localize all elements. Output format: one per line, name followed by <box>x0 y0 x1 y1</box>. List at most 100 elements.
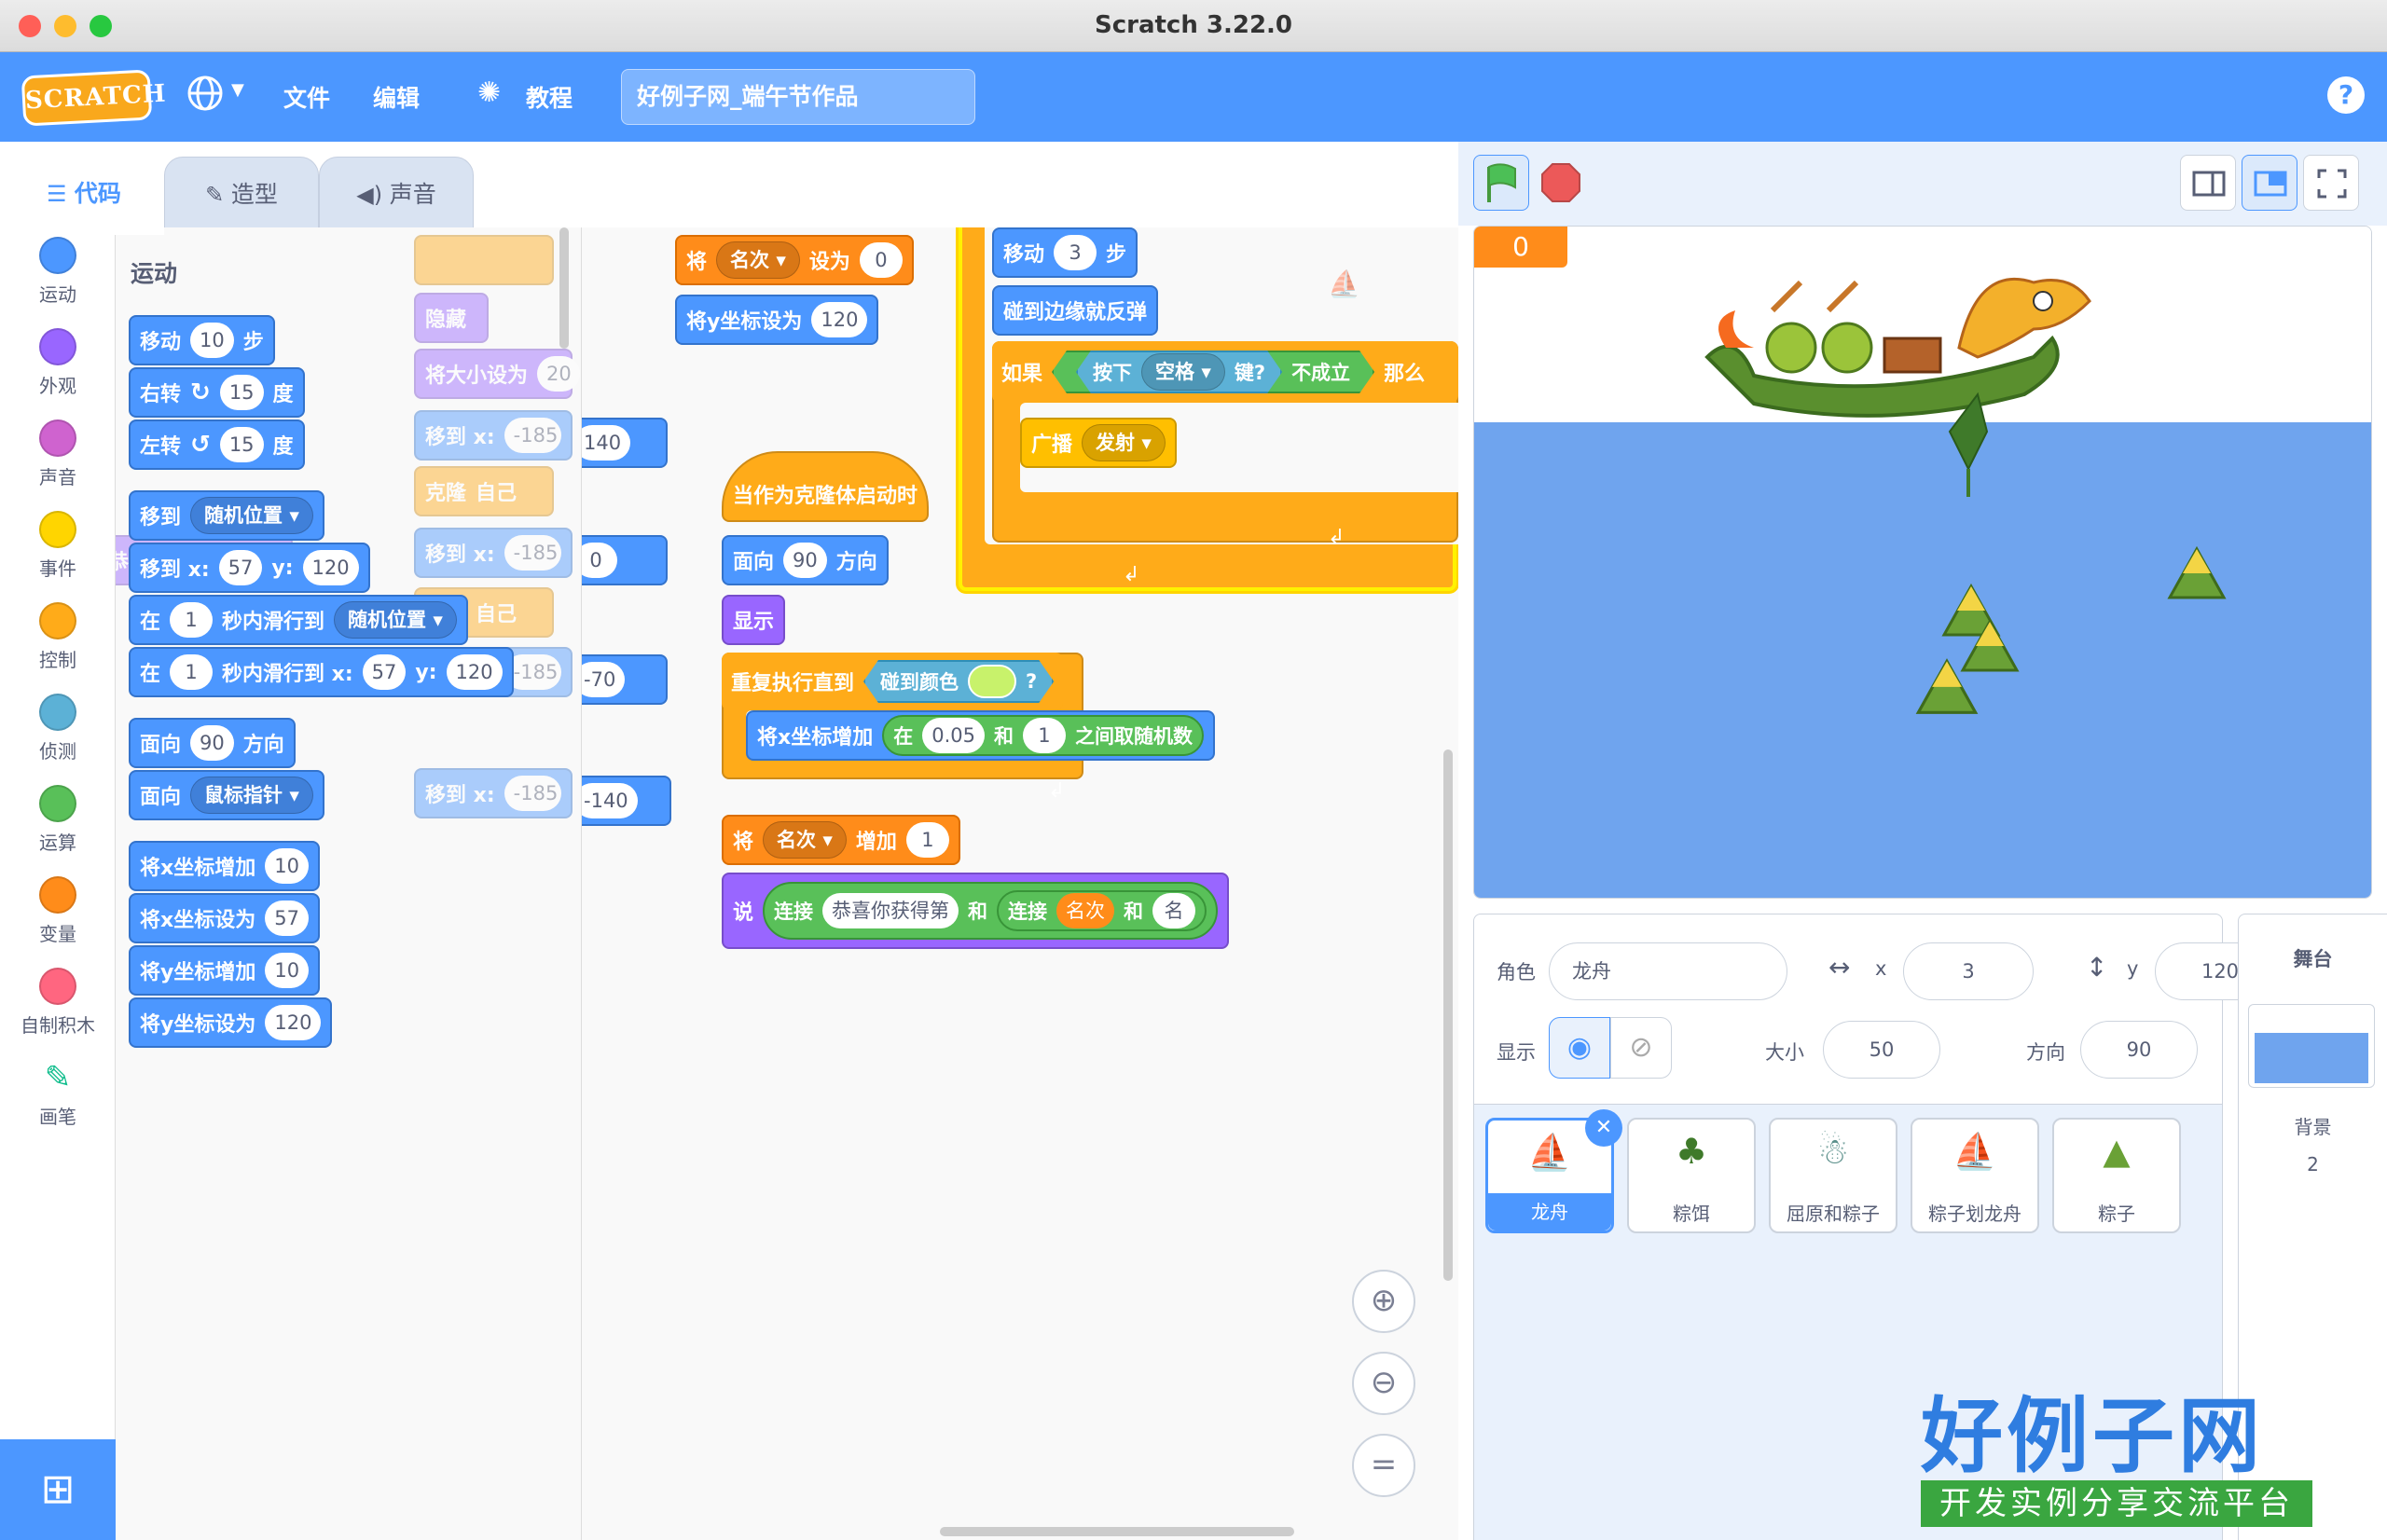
block-input[interactable]: 10 <box>265 953 310 988</box>
category-sound[interactable]: 声音 <box>0 419 116 489</box>
script-broadcast[interactable]: 广播 发射 ▾ <box>1020 418 1177 468</box>
stage-canvas[interactable]: 0 <box>1473 226 2372 899</box>
join-operator[interactable]: 连接 名次和名 <box>997 890 1207 931</box>
block-point-towards[interactable]: 面向 鼠标指针 ▾ <box>129 770 324 820</box>
project-title-input[interactable]: 好例子网_端午节作品 <box>621 69 975 125</box>
block-input[interactable]: 15 <box>219 427 264 462</box>
block-input[interactable]: 10 <box>265 848 309 884</box>
category-variables[interactable]: 变量 <box>0 876 116 946</box>
sprite-tile-zongzi[interactable]: ▲ 粽子 <box>2052 1118 2181 1233</box>
zoom-out-button[interactable]: ⊖ <box>1352 1352 1415 1415</box>
category-sensing[interactable]: 侦测 <box>0 694 116 763</box>
hide-button[interactable]: ⊘ <box>1610 1017 1672 1079</box>
x-input[interactable]: 3 <box>1903 942 2034 1000</box>
block-set-x[interactable]: 将x坐标设为 57 <box>129 893 320 943</box>
block-move[interactable]: 移动 10 步 <box>129 315 275 365</box>
zongzi-sprite[interactable] <box>2164 543 2229 609</box>
message-dropdown[interactable]: 发射 ▾ <box>1082 424 1166 461</box>
block-input[interactable]: 90 <box>783 543 827 578</box>
block-input[interactable]: 3 <box>1054 235 1097 270</box>
script-goto-block-fragment[interactable]: 0 <box>582 535 668 585</box>
zongzi-sprite[interactable] <box>1912 655 1981 724</box>
block-input[interactable]: 57 <box>362 654 407 690</box>
block-input[interactable]: 140 <box>582 425 631 461</box>
small-stage-button[interactable] <box>2180 155 2236 211</box>
category-pen[interactable]: ✎ 画笔 <box>0 1059 116 1129</box>
show-visible-button[interactable]: ◉ <box>1549 1017 1610 1079</box>
block-input[interactable]: 0 <box>582 543 617 578</box>
script-point-direction[interactable]: 面向 90 方向 <box>722 535 889 585</box>
vertical-scrollbar[interactable] <box>1443 749 1453 1281</box>
block-goto[interactable]: 移到 随机位置 ▾ <box>129 490 324 541</box>
block-input[interactable]: 120 <box>302 550 359 585</box>
category-control[interactable]: 控制 <box>0 602 116 672</box>
script-goto-block-fragment[interactable]: 140 <box>582 418 668 468</box>
script-change-x-random[interactable]: 将x坐标增加在 0.05 和 1 之间取随机数 <box>746 710 1215 761</box>
block-dropdown[interactable]: 鼠标指针 ▾ <box>190 777 313 814</box>
block-glide-xy[interactable]: 在 1 秒内滑行到 x: 57 y: 120 <box>129 647 514 697</box>
block-point-direction[interactable]: 面向 90 方向 <box>129 718 296 768</box>
delete-sprite-button[interactable]: ✕ <box>1585 1109 1622 1147</box>
variable-dropdown[interactable]: 名次 ▾ <box>763 821 847 859</box>
tab-sounds[interactable]: ◀) 声音 <box>319 157 474 231</box>
file-menu[interactable]: 文件 <box>283 80 330 114</box>
script-say[interactable]: 说连接 恭喜你获得第和连接 名次和名 <box>722 873 1230 949</box>
category-events[interactable]: 事件 <box>0 511 116 581</box>
key-pressed-sensor[interactable]: 按下 空格 ▾ 键? <box>1076 351 1282 393</box>
key-dropdown[interactable]: 空格 ▾ <box>1141 353 1225 391</box>
block-input[interactable]: 10 <box>190 323 234 358</box>
add-extension-button[interactable]: ⊞ <box>0 1439 116 1540</box>
block-input[interactable]: 1 <box>905 822 949 858</box>
scratch-logo[interactable]: SCRATCH <box>21 69 167 127</box>
sprite-tile-dragon-boat[interactable]: ⛵ 龙舟 ✕ <box>1485 1109 1622 1233</box>
block-input[interactable]: 57 <box>218 550 263 585</box>
sprite-tile-zongbait[interactable]: ♣ 粽饵 <box>1627 1118 1756 1233</box>
block-change-y[interactable]: 将y坐标增加 10 <box>129 945 321 996</box>
tab-code[interactable]: ☰ 代码 <box>4 157 164 235</box>
edit-menu[interactable]: 编辑 <box>373 80 420 114</box>
block-input[interactable]: 120 <box>811 302 868 337</box>
script-area[interactable]: 140 0 -70 -140 将名次 ▾ 设为 0 将y坐标设为 120 移动 3 步 碰… <box>582 227 1458 1540</box>
not-operator[interactable]: 按下 空格 ▾ 键? 不成立 <box>1052 351 1374 393</box>
block-goto-xy[interactable]: 移到 x: 57 y: 120 <box>129 543 370 593</box>
block-input[interactable]: -140 <box>582 783 638 818</box>
block-input[interactable]: 15 <box>219 375 264 410</box>
category-looks[interactable]: 外观 <box>0 328 116 398</box>
zoom-in-button[interactable]: ⊕ <box>1352 1270 1415 1333</box>
block-input[interactable]: 120 <box>265 1005 322 1040</box>
block-input[interactable]: 1 <box>170 602 214 638</box>
script-bounce[interactable]: 碰到边缘就反弹 <box>992 285 1159 336</box>
script-change-variable[interactable]: 将名次 ▾ 增加 1 <box>722 815 960 865</box>
block-input[interactable]: 0.05 <box>922 718 985 753</box>
block-turn-right[interactable]: 右转 ↻ 15 度 <box>129 367 305 418</box>
block-input[interactable]: 90 <box>190 725 234 761</box>
block-input[interactable]: 1 <box>1022 718 1066 753</box>
size-input[interactable]: 50 <box>1823 1021 1940 1079</box>
block-change-x[interactable]: 将x坐标增加 10 <box>129 841 320 891</box>
block-input[interactable]: -70 <box>582 662 626 697</box>
color-swatch[interactable] <box>968 665 1016 698</box>
block-dropdown[interactable]: 随机位置 ▾ <box>334 601 457 639</box>
normal-stage-button[interactable] <box>2242 155 2297 211</box>
category-myblocks[interactable]: 自制积木 <box>0 968 116 1038</box>
block-input[interactable]: 0 <box>859 242 903 278</box>
stop-button[interactable] <box>1540 162 1581 203</box>
block-input[interactable]: 恭喜你获得第 <box>822 893 959 928</box>
zoom-reset-button[interactable]: = <box>1352 1434 1415 1497</box>
variable-dropdown[interactable]: 名次 ▾ <box>716 241 800 279</box>
direction-input[interactable]: 90 <box>2080 1021 2198 1079</box>
block-input[interactable]: 120 <box>446 654 503 690</box>
sprite-tile-zongzi-boat[interactable]: ⛵ 粽子划龙舟 <box>1911 1118 2039 1233</box>
fullscreen-button[interactable] <box>2303 155 2359 211</box>
tab-costumes[interactable]: ✎ 造型 <box>164 157 319 231</box>
language-menu[interactable]: ▼ <box>186 73 244 119</box>
script-move[interactable]: 移动 3 步 <box>992 227 1138 278</box>
horizontal-scrollbar[interactable] <box>940 1527 1294 1536</box>
block-set-y[interactable]: 将y坐标设为 120 <box>129 997 333 1048</box>
random-operator[interactable]: 在 0.05 和 1 之间取随机数 <box>882 715 1204 756</box>
stage-thumbnail[interactable] <box>2248 1004 2375 1088</box>
help-button[interactable]: ? <box>2327 76 2365 114</box>
palette-scrollbar[interactable] <box>559 227 569 349</box>
touching-color-sensor[interactable]: 碰到颜色? <box>863 660 1054 703</box>
block-dropdown[interactable]: 随机位置 ▾ <box>190 497 313 534</box>
